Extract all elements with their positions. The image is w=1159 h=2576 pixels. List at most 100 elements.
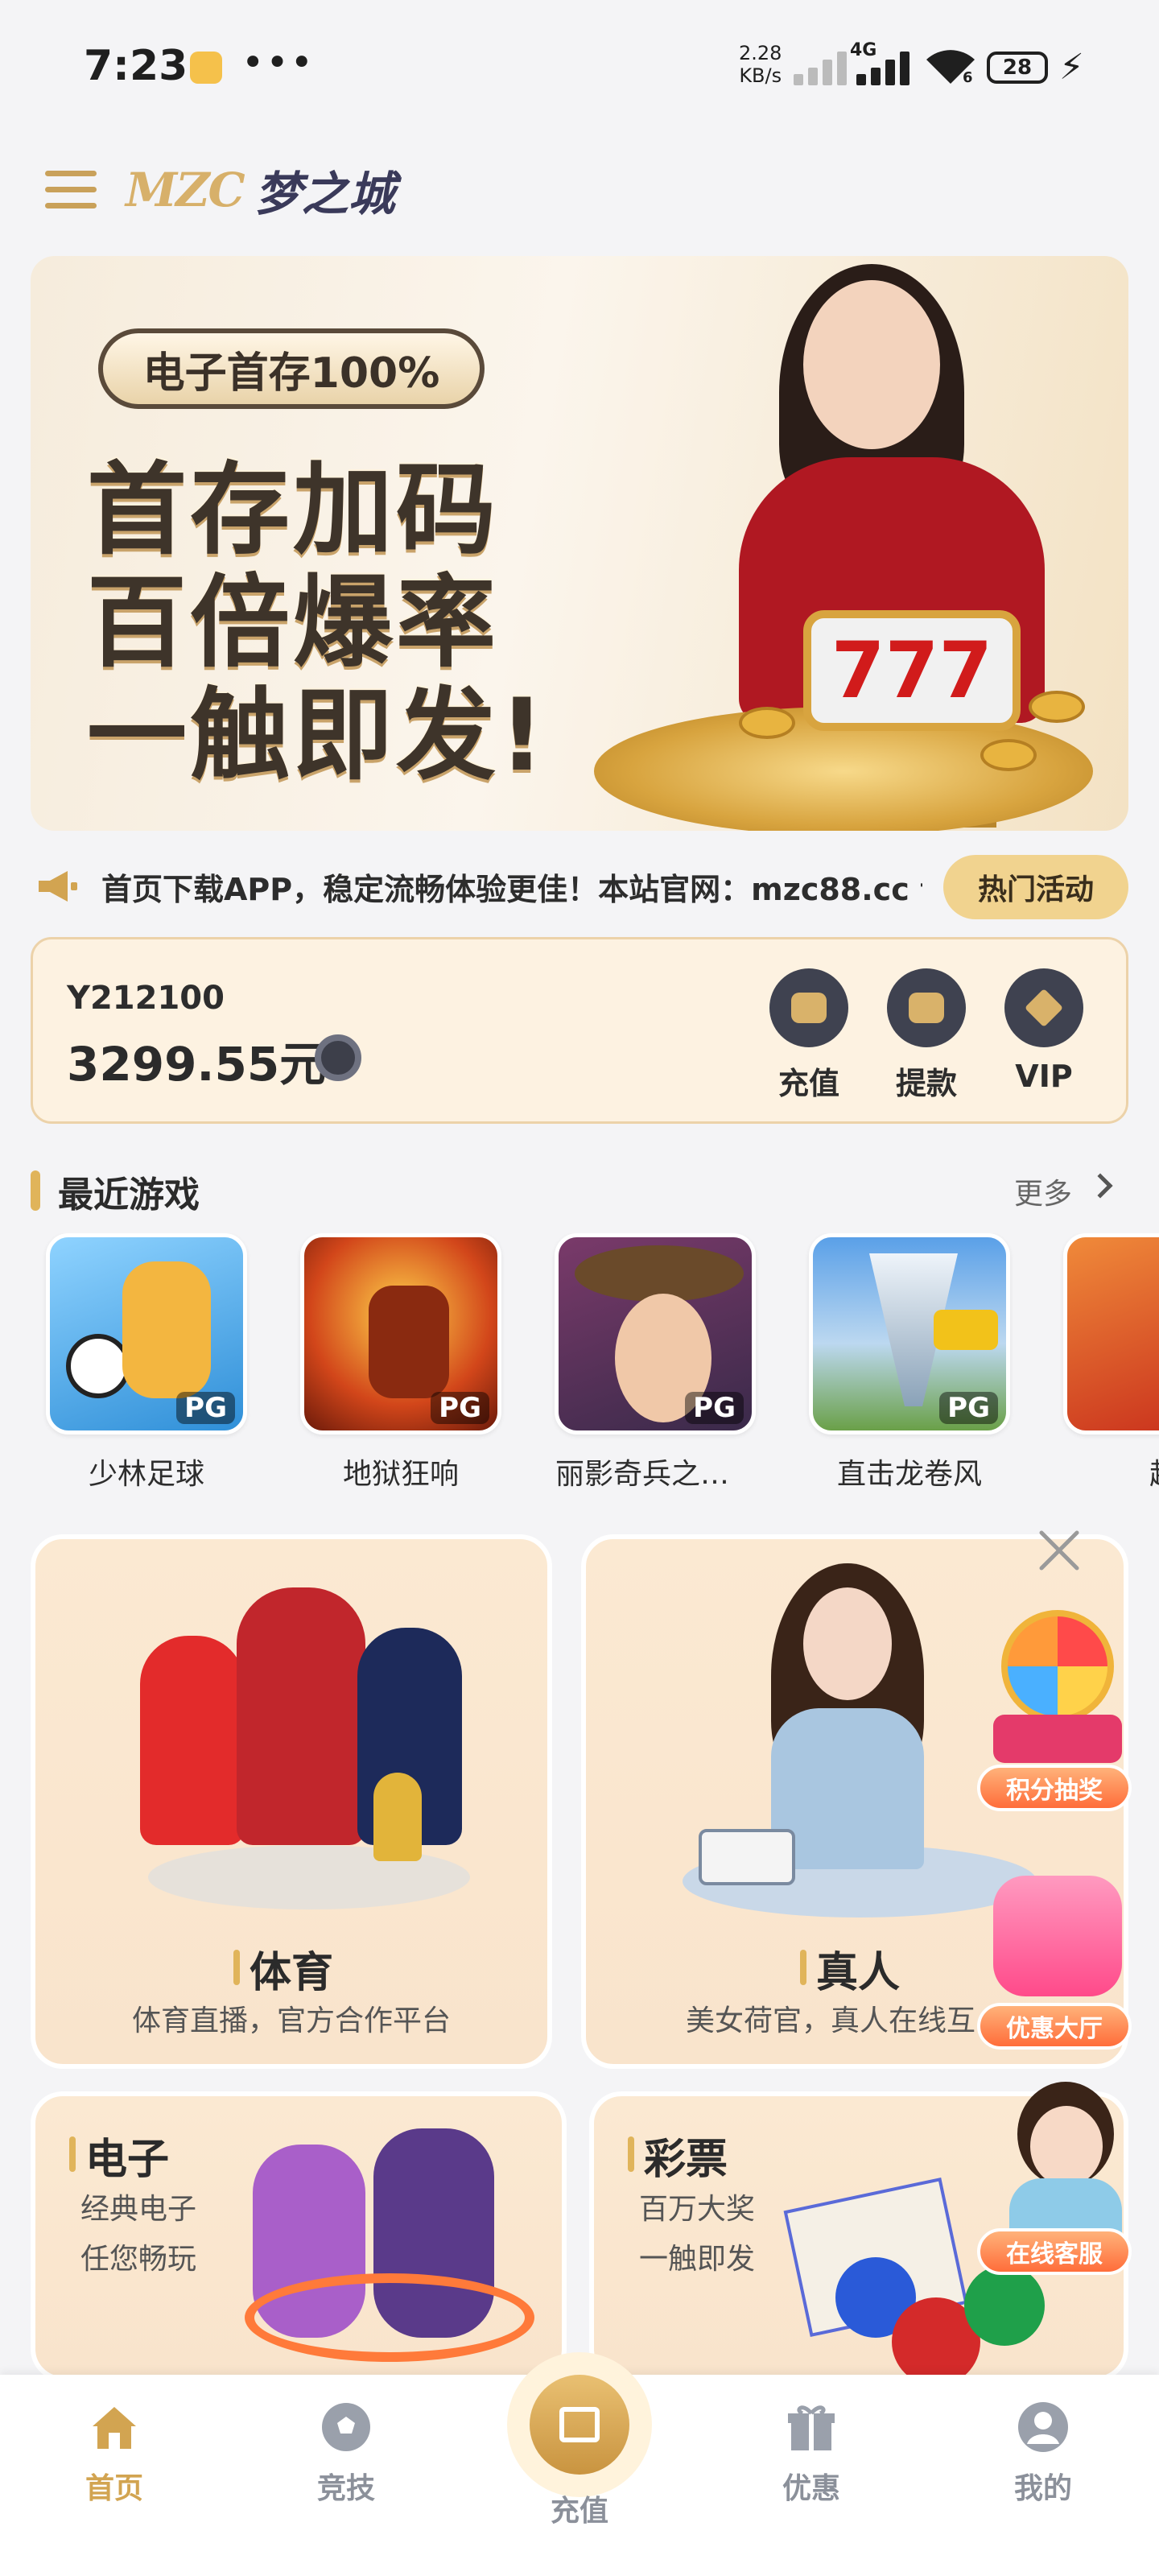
game-thumbnail: PG (300, 1233, 501, 1435)
trophy-stage (148, 1845, 470, 1909)
promo-banner[interactable]: 电子首存100% 首存加码 百倍爆率 一触即发! 777 (31, 256, 1128, 831)
close-icon[interactable] (1035, 1526, 1083, 1575)
game-tile[interactable]: PG 地狱狂响 (296, 1233, 505, 1492)
trophy-icon (373, 1773, 422, 1861)
game-thumbnail: PG (555, 1233, 756, 1435)
account-card: Y212100 3299.55元 充值 提款 VIP (31, 937, 1128, 1124)
megaphone-icon (39, 871, 77, 902)
vip-label: VIP (1015, 1059, 1073, 1094)
live-title: 真人 (816, 1949, 901, 1997)
player-left (140, 1636, 245, 1845)
announcement-bar: 首页下载APP，稳定流畅体验更佳！本站官网：mzc88.cc 请 热门活动 (0, 847, 1159, 927)
game-thumbnail (1063, 1233, 1159, 1435)
points-wheel-widget[interactable]: 积分抽奖 (977, 1602, 1138, 1811)
game-name: 丽影奇兵之探… (555, 1458, 759, 1491)
provider-badge: PG (176, 1392, 235, 1424)
provider-badge: PG (939, 1392, 998, 1424)
hot-events-button[interactable]: 热门活动 (943, 855, 1128, 919)
coin-icon (980, 739, 1037, 771)
deposit-button[interactable]: 充值 (761, 968, 857, 1103)
user-icon (1018, 2402, 1068, 2452)
refresh-balance-icon[interactable] (315, 1034, 361, 1081)
soccer-ball-icon (322, 2403, 370, 2451)
app-logo: MZC 梦之城 (126, 151, 395, 229)
game-tile[interactable]: PG 少林足球 (42, 1233, 251, 1492)
rock-hand-icon (369, 1286, 449, 1398)
game-thumbnail: PG (809, 1233, 1010, 1435)
game-name: 超 (1059, 1451, 1159, 1492)
tab-profile-label: 我的 (1013, 2472, 1072, 2505)
more-notifications-icon: ••• (241, 40, 315, 85)
tab-deposit-label: 充值 (550, 2495, 608, 2528)
tab-deposit[interactable]: 充值 (515, 2478, 644, 2529)
notification-app-icon (190, 52, 222, 84)
game-name: 直击龙卷风 (836, 1458, 982, 1491)
lottery-ball-icon (964, 2265, 1045, 2346)
promo-hall-label: 优惠大厅 (977, 2003, 1132, 2050)
user-id: Y212100 (67, 980, 225, 1017)
recent-games-header: 最近游戏 更多 (0, 1156, 1159, 1228)
deposit-label: 充值 (777, 1066, 839, 1101)
customer-service-label: 在线客服 (977, 2228, 1132, 2275)
tab-promotions-label: 优惠 (782, 2472, 840, 2505)
sports-subtitle: 体育直播，官方合作平台 (131, 2004, 451, 2037)
lottery-sub2: 一触即发 (639, 2243, 756, 2276)
net-speed: 2.28 KB/s (739, 42, 782, 87)
customer-service-widget[interactable]: 在线客服 (977, 2074, 1138, 2275)
bottom-navigation: 首页 竞技 充值 优惠 我的 (0, 2352, 1159, 2576)
deposit-fab[interactable] (507, 2352, 652, 2497)
withdraw-button[interactable]: 提款 (878, 968, 975, 1103)
title-accent-bar (800, 1950, 806, 1985)
coin-icon (1029, 691, 1085, 723)
tab-home-label: 首页 (85, 2472, 143, 2505)
soccer-ball-icon (66, 1334, 130, 1398)
dice-icon (699, 1829, 795, 1885)
signal-1-icon (794, 50, 850, 85)
battery-icon: 28 (987, 52, 1048, 84)
withdraw-label: 提款 (895, 1066, 957, 1101)
tab-promotions[interactable]: 优惠 (747, 2399, 876, 2507)
sports-title: 体育 (250, 1949, 334, 1997)
electronic-card[interactable]: 电子 经典电子 任您畅玩 (31, 2091, 567, 2381)
game-tile[interactable]: 超 (1059, 1233, 1159, 1492)
slot-machine-icon: 777 (803, 610, 1021, 731)
atm-card-icon (887, 968, 966, 1047)
net-speed-unit: KB/s (739, 64, 782, 87)
more-link[interactable]: 更多 (1014, 1170, 1072, 1212)
sports-card[interactable]: 体育 体育直播，官方合作平台 (31, 1534, 552, 2069)
app-header: MZC 梦之城 (0, 137, 1159, 242)
energy-ring (245, 2273, 534, 2362)
title-accent-bar (69, 2136, 76, 2172)
provider-badge: PG (685, 1392, 744, 1424)
banner-model-face (803, 280, 940, 449)
recent-games-title: 最近游戏 (58, 1174, 200, 1216)
home-icon (93, 2407, 136, 2449)
red-envelope-icon (993, 1876, 1122, 1996)
game-name: 地狱狂响 (342, 1458, 459, 1491)
section-accent-bar (31, 1170, 40, 1211)
title-accent-bar (233, 1950, 240, 1985)
game-tile[interactable]: PG 丽影奇兵之探… (551, 1233, 760, 1492)
game-name: 少林足球 (88, 1458, 204, 1491)
tab-profile[interactable]: 我的 (979, 2399, 1107, 2507)
tab-sports[interactable]: 竞技 (282, 2399, 410, 2507)
menu-icon[interactable] (45, 171, 97, 209)
game-tile[interactable]: PG 直击龙卷风 (805, 1233, 1014, 1492)
recent-games-list: PG 少林足球 PG 地狱狂响 PG 丽影奇兵之探… PG 直击龙卷风 超 (0, 1233, 1159, 1507)
points-draw-label: 积分抽奖 (977, 1765, 1132, 1811)
electronic-title: 电子 (85, 2136, 170, 2184)
banner-line-3: 一触即发! (87, 678, 548, 794)
electronic-sub1: 经典电子 (80, 2193, 197, 2226)
piggy-bank-icon (769, 968, 848, 1047)
status-time: 7:23 (84, 42, 188, 90)
prize-wheel-icon (1001, 1610, 1114, 1723)
balance-amount: 3299.55元 (67, 1037, 327, 1092)
promo-hall-widget[interactable]: 优惠大厅 (977, 1852, 1138, 2050)
title-accent-bar (628, 2136, 634, 2172)
tab-home[interactable]: 首页 (50, 2399, 179, 2507)
vip-button[interactable]: VIP (996, 968, 1092, 1094)
chevron-right-icon[interactable] (1087, 1173, 1113, 1199)
announcement-text: 首页下载APP，稳定流畅体验更佳！本站官网：mzc88.cc 请 (101, 872, 922, 907)
gift-icon (788, 2405, 835, 2450)
dealer-face (803, 1587, 892, 1700)
